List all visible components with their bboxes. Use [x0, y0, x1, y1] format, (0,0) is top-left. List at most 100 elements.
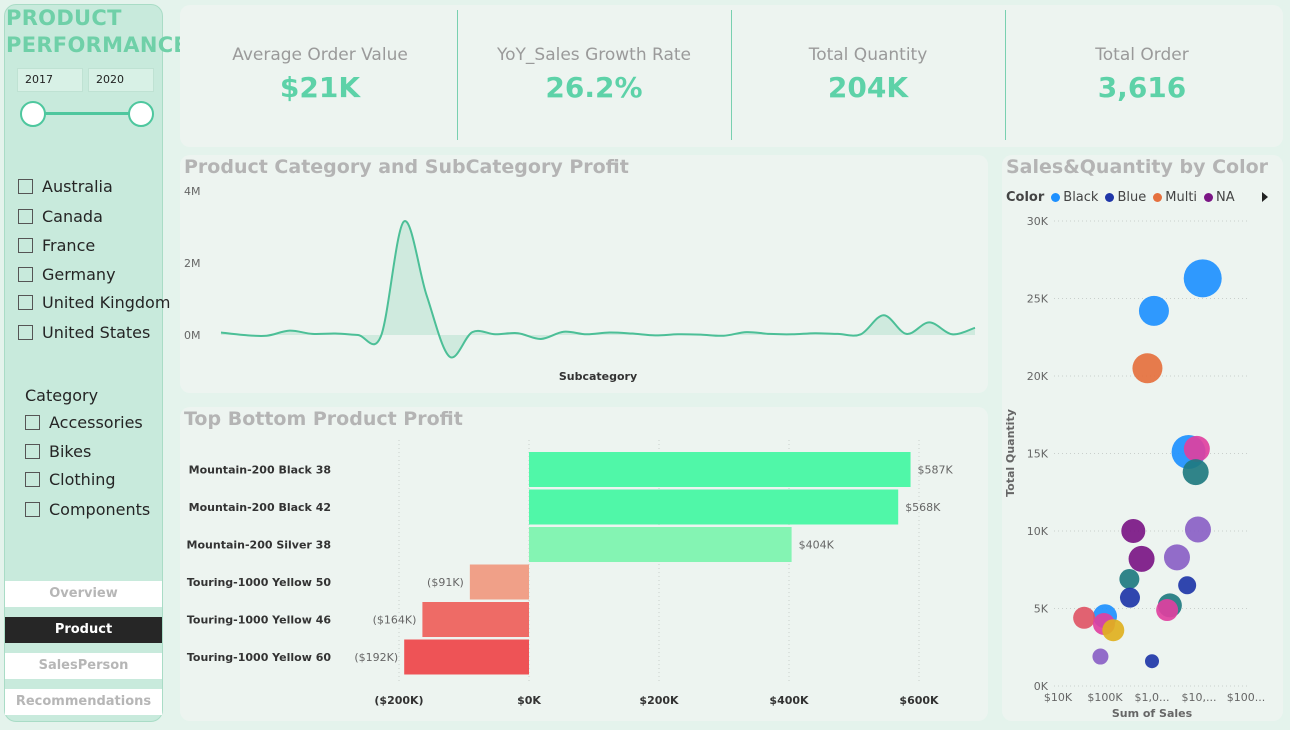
- country-filter-france[interactable]: France: [18, 236, 95, 255]
- scatter-point: [1163, 544, 1190, 571]
- category-filter-bikes[interactable]: Bikes: [25, 442, 91, 461]
- profit-area: [221, 221, 975, 358]
- checkbox[interactable]: [18, 267, 33, 282]
- kpi-total-order: Total Order 3,616: [1007, 10, 1277, 138]
- kpi-total-quantity: Total Quantity 204K: [733, 10, 1003, 138]
- product-label: Mountain-200 Black 42: [189, 501, 331, 514]
- country-label: United Kingdom: [42, 293, 171, 312]
- checkbox[interactable]: [25, 415, 40, 430]
- scatter-point: [1119, 569, 1140, 590]
- profit-bar: [529, 452, 911, 487]
- kpi-label: YoY_Sales Growth Rate: [497, 45, 691, 65]
- nav-recommendations-button[interactable]: Recommendations: [5, 689, 162, 715]
- country-filter-canada[interactable]: Canada: [18, 207, 103, 226]
- bar-value-label: ($91K): [427, 576, 464, 589]
- legend-title: Color: [1006, 190, 1045, 205]
- year-slider-start-handle[interactable]: [20, 101, 46, 127]
- y-tick-label: 4M: [184, 185, 201, 198]
- checkbox[interactable]: [18, 295, 33, 310]
- country-label: Australia: [42, 177, 113, 196]
- checkbox[interactable]: [18, 325, 33, 340]
- x-tick-label: ($200K): [374, 694, 423, 707]
- bar-value-label: $568K: [905, 501, 941, 514]
- kpi-divider: [1005, 10, 1006, 140]
- profit-bar: [529, 489, 899, 525]
- scatter-point: [1156, 599, 1179, 622]
- country-filter-australia[interactable]: Australia: [18, 177, 113, 196]
- x-tick-label: $10,...: [1182, 691, 1217, 704]
- x-axis-title: Sum of Sales: [1112, 707, 1193, 720]
- scatter-point: [1128, 545, 1155, 572]
- kpi-label: Average Order Value: [232, 45, 408, 65]
- checkbox[interactable]: [25, 502, 40, 517]
- scatter-point: [1183, 435, 1210, 462]
- bar-value-label: ($164K): [373, 614, 417, 627]
- kpi-value: 26.2%: [545, 71, 643, 104]
- scatter-point: [1178, 576, 1197, 595]
- subcategory-profit-title: Product Category and SubCategory Profit: [184, 156, 629, 178]
- checkbox[interactable]: [25, 472, 40, 487]
- bar-value-label: $587K: [918, 464, 954, 477]
- year-start-field[interactable]: 2017: [17, 68, 83, 92]
- nav-salesperson-button[interactable]: SalesPerson: [5, 653, 162, 679]
- profit-bar: [422, 602, 529, 637]
- scatter-point: [1132, 353, 1163, 384]
- top-bottom-profit-chart[interactable]: ($200K) $0K $200K $400K $600K Mountain-200 Bl…: [180, 430, 988, 721]
- category-label: Components: [49, 500, 151, 519]
- y-tick-label: 10K: [1027, 525, 1049, 538]
- category-filter-accessories[interactable]: Accessories: [25, 413, 143, 432]
- country-label: United States: [42, 323, 151, 342]
- category-filter-clothing[interactable]: Clothing: [25, 470, 116, 489]
- legend-dot-black: [1051, 193, 1061, 202]
- scatter-point: [1073, 606, 1096, 629]
- y-tick-label: 25K: [1027, 293, 1049, 306]
- scatter-point: [1121, 519, 1146, 543]
- kpi-divider: [457, 10, 458, 140]
- x-tick-label: $100...: [1227, 691, 1265, 704]
- profit-bar: [469, 564, 529, 600]
- y-tick-label: 5K: [1034, 603, 1049, 616]
- kpi-average-order-value: Average Order Value $21K: [185, 10, 455, 138]
- color-scatter-chart[interactable]: 0K5K10K15K20K25K30K$10K $100K $1,0... $10,.…: [1002, 205, 1283, 721]
- kpi-divider: [731, 10, 732, 140]
- category-filter-components[interactable]: Components: [25, 500, 150, 519]
- country-label: Canada: [42, 207, 103, 226]
- y-tick-label: 30K: [1027, 215, 1049, 228]
- x-tick-label: $1,0...: [1135, 691, 1170, 704]
- scatter-point: [1119, 587, 1140, 608]
- checkbox[interactable]: [18, 179, 33, 194]
- profit-bar: [529, 527, 792, 562]
- category-filter-heading: Category: [25, 386, 99, 405]
- checkbox[interactable]: [18, 209, 33, 224]
- country-label: France: [42, 236, 96, 255]
- subcategory-profit-chart[interactable]: 4M 2M 0M Subcategory: [180, 178, 988, 393]
- legend-next-arrow-icon[interactable]: [1262, 192, 1268, 202]
- x-tick-label: $200K: [639, 694, 679, 707]
- legend-label-multi[interactable]: Multi: [1165, 190, 1197, 205]
- nav-product-button[interactable]: Product: [5, 617, 162, 643]
- legend-label-black[interactable]: Black: [1063, 190, 1098, 205]
- y-tick-label: 15K: [1027, 448, 1049, 461]
- x-axis-title: Subcategory: [559, 370, 637, 383]
- country-filter-united-states[interactable]: United States: [18, 323, 150, 342]
- legend-dot-multi: [1153, 193, 1163, 202]
- y-axis-title: Total Quantity: [1004, 409, 1017, 497]
- nav-overview-button[interactable]: Overview: [5, 581, 162, 607]
- category-label: Bikes: [49, 442, 92, 461]
- legend-label-blue[interactable]: Blue: [1117, 190, 1146, 205]
- year-end-field[interactable]: 2020: [88, 68, 154, 92]
- legend-dot-blue: [1105, 193, 1115, 202]
- country-filter-united-kingdom[interactable]: United Kingdom: [18, 293, 170, 312]
- product-label: Mountain-200 Silver 38: [187, 539, 331, 552]
- year-slider-end-handle[interactable]: [128, 101, 154, 127]
- bar-value-label: $404K: [799, 539, 835, 552]
- country-filter-germany[interactable]: Germany: [18, 265, 116, 284]
- legend-label-na[interactable]: NA: [1216, 190, 1235, 205]
- checkbox[interactable]: [18, 238, 33, 253]
- kpi-value: 204K: [827, 71, 909, 104]
- y-tick-label: 20K: [1027, 370, 1049, 383]
- app-title: PRODUCT PERFORMANCE: [6, 6, 189, 57]
- checkbox[interactable]: [25, 444, 40, 459]
- x-tick-label: $600K: [899, 694, 939, 707]
- year-slider-track[interactable]: [30, 112, 142, 115]
